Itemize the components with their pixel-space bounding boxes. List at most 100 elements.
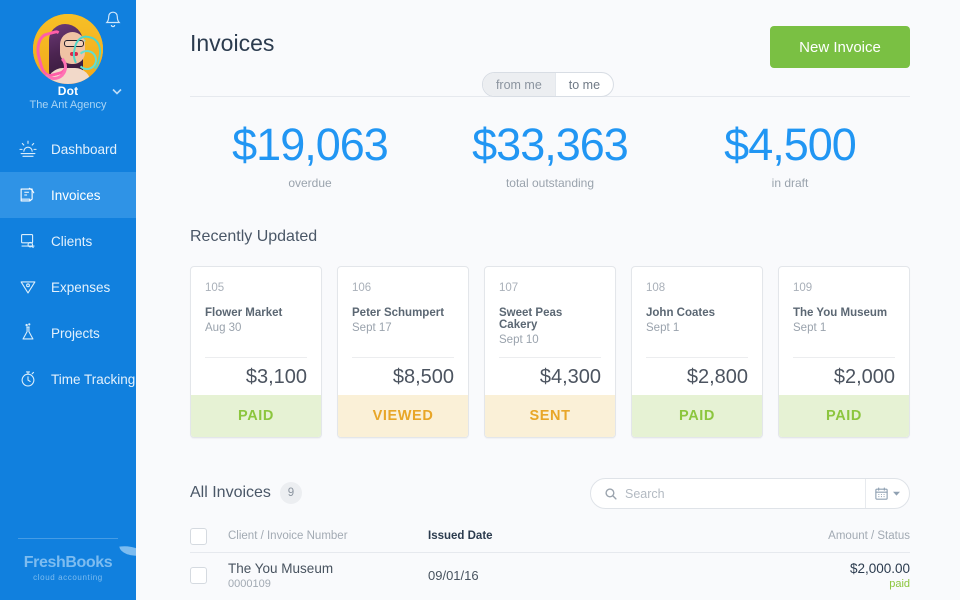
card-date: Sept 10	[499, 334, 539, 346]
stat-in-draft: $4,500 in draft	[670, 118, 910, 190]
stat-value: $19,063	[232, 119, 389, 170]
stat-value: $33,363	[472, 119, 629, 170]
table-header-row: Client / Invoice Number Issued Date Amou…	[190, 520, 910, 553]
card-date: Sept 1	[646, 322, 680, 334]
card-amount-wrap: $2,800	[646, 357, 748, 389]
sidebar-item-expenses[interactable]: Expenses	[0, 264, 136, 310]
sidebar-item-label: Projects	[51, 325, 100, 341]
invoice-card[interactable]: 107 Sweet Peas Cakery Sept 10 $4,300 SEN…	[484, 266, 616, 438]
sidebar-item-label: Expenses	[51, 279, 111, 295]
card-amount-wrap: $8,500	[352, 357, 454, 389]
leaf-icon	[119, 543, 136, 559]
all-invoices-title: All Invoices	[190, 484, 271, 501]
card-date: Sept 1	[793, 322, 827, 334]
row-checkbox[interactable]	[190, 566, 228, 584]
sidebar-item-projects[interactable]: Projects	[0, 310, 136, 356]
toggle-to-me[interactable]: to me	[554, 73, 613, 96]
sidebar-item-time-tracking[interactable]: Time Tracking	[0, 356, 136, 402]
card-number: 105	[205, 282, 225, 294]
column-header-client[interactable]: Client / Invoice Number	[228, 530, 428, 542]
sidebar: Dot The Ant Agency Dashboard Invoices Cl…	[0, 0, 136, 600]
card-amount: $4,300	[539, 366, 601, 388]
stat-overdue: $19,063 overdue	[190, 118, 430, 190]
freshbooks-logo: FreshBooks cloud accounting	[0, 543, 136, 582]
sidebar-item-label: Clients	[51, 233, 93, 249]
card-client: Flower Market	[205, 307, 283, 319]
stopwatch-icon	[16, 367, 40, 391]
card-body: 105 Flower Market Aug 30 $3,100	[191, 267, 321, 395]
row-date-cell: 09/01/16	[428, 568, 608, 583]
user-org: The Ant Agency	[29, 99, 107, 111]
column-header-issued-date[interactable]: Issued Date	[428, 530, 608, 542]
card-number: 106	[352, 282, 372, 294]
sidebar-divider	[18, 538, 118, 539]
card-amount-wrap: $4,300	[499, 357, 601, 389]
status-badge: PAID	[632, 395, 762, 437]
card-number: 108	[646, 282, 666, 294]
stat-label: total outstanding	[505, 176, 595, 190]
table-row[interactable]: The You Museum 0000109 09/01/16 $2,000.0…	[190, 553, 910, 597]
invoice-card[interactable]: 105 Flower Market Aug 30 $3,100 PAID	[190, 266, 322, 438]
card-client: Peter Schumpert	[352, 307, 445, 319]
recently-updated-cards: 105 Flower Market Aug 30 $3,100 PAID 106…	[190, 266, 910, 438]
row-invoice-number: 0000109	[228, 577, 271, 590]
row-client-name: The You Museum	[228, 560, 334, 576]
card-amount-wrap: $2,000	[793, 357, 895, 389]
expenses-icon	[16, 275, 40, 299]
avatar[interactable]	[33, 14, 103, 84]
calendar-icon	[875, 487, 888, 500]
invoice-card[interactable]: 108 John Coates Sept 1 $2,800 PAID	[631, 266, 763, 438]
row-amount: $2,000.00	[849, 560, 910, 576]
invoice-card[interactable]: 106 Peter Schumpert Sept 17 $8,500 VIEWE…	[337, 266, 469, 438]
select-all-checkbox[interactable]	[190, 527, 228, 545]
stat-label: in draft	[771, 176, 809, 190]
card-amount: $2,000	[833, 366, 895, 388]
card-date: Aug 30	[205, 322, 242, 334]
row-client-cell: The You Museum 0000109	[228, 561, 428, 590]
main-content: Invoices New Invoice from me to me $19,0…	[136, 0, 960, 600]
all-invoices-header: All Invoices 9	[190, 482, 302, 504]
sidebar-item-label: Dashboard	[51, 141, 118, 157]
card-body: 107 Sweet Peas Cakery Sept 10 $4,300	[485, 267, 615, 395]
status-badge: VIEWED	[338, 395, 468, 437]
card-date: Sept 17	[352, 322, 392, 334]
search-icon	[604, 487, 618, 501]
logo-text: FreshBooks	[23, 554, 113, 571]
row-status: paid	[889, 577, 910, 590]
card-amount: $3,100	[245, 366, 307, 388]
search-input[interactable]	[625, 486, 865, 501]
page-title: Invoices	[190, 30, 275, 56]
toggle-from-me[interactable]: from me	[482, 73, 555, 96]
card-amount-wrap: $3,100	[205, 357, 307, 389]
sidebar-item-clients[interactable]: Clients	[0, 218, 136, 264]
date-filter-button[interactable]	[865, 479, 909, 508]
recently-updated-title: Recently Updated	[190, 228, 318, 245]
invoice-direction-toggle[interactable]: from me to me	[481, 72, 615, 97]
sidebar-nav: Dashboard Invoices Clients Expenses Proj…	[0, 126, 136, 402]
sidebar-item-label: Invoices	[51, 187, 101, 203]
clients-icon	[16, 229, 40, 253]
chevron-down-icon[interactable]	[110, 84, 124, 98]
flask-icon	[16, 321, 40, 345]
status-badge: PAID	[779, 395, 909, 437]
card-body: 106 Peter Schumpert Sept 17 $8,500	[338, 267, 468, 395]
stat-total-outstanding: $33,363 total outstanding	[430, 118, 670, 190]
new-invoice-button[interactable]: New Invoice	[770, 26, 910, 68]
invoices-table: Client / Invoice Number Issued Date Amou…	[190, 520, 910, 597]
column-header-amount-status[interactable]: Amount / Status	[608, 530, 910, 542]
card-body: 108 John Coates Sept 1 $2,800	[632, 267, 762, 395]
card-number: 109	[793, 282, 813, 294]
card-client: The You Museum	[793, 307, 888, 319]
card-amount: $8,500	[392, 366, 454, 388]
invoice-card[interactable]: 109 The You Museum Sept 1 $2,000 PAID	[778, 266, 910, 438]
sidebar-item-dashboard[interactable]: Dashboard	[0, 126, 136, 172]
status-badge: SENT	[485, 395, 615, 437]
invoice-count-badge: 9	[279, 482, 302, 504]
sidebar-item-invoices[interactable]: Invoices	[0, 172, 136, 218]
stat-label: overdue	[288, 176, 332, 190]
bell-icon[interactable]	[104, 10, 122, 30]
app-window: Dot The Ant Agency Dashboard Invoices Cl…	[0, 0, 960, 600]
card-client: Sweet Peas Cakery	[499, 307, 563, 331]
search-box[interactable]	[590, 478, 910, 509]
status-badge: PAID	[191, 395, 321, 437]
